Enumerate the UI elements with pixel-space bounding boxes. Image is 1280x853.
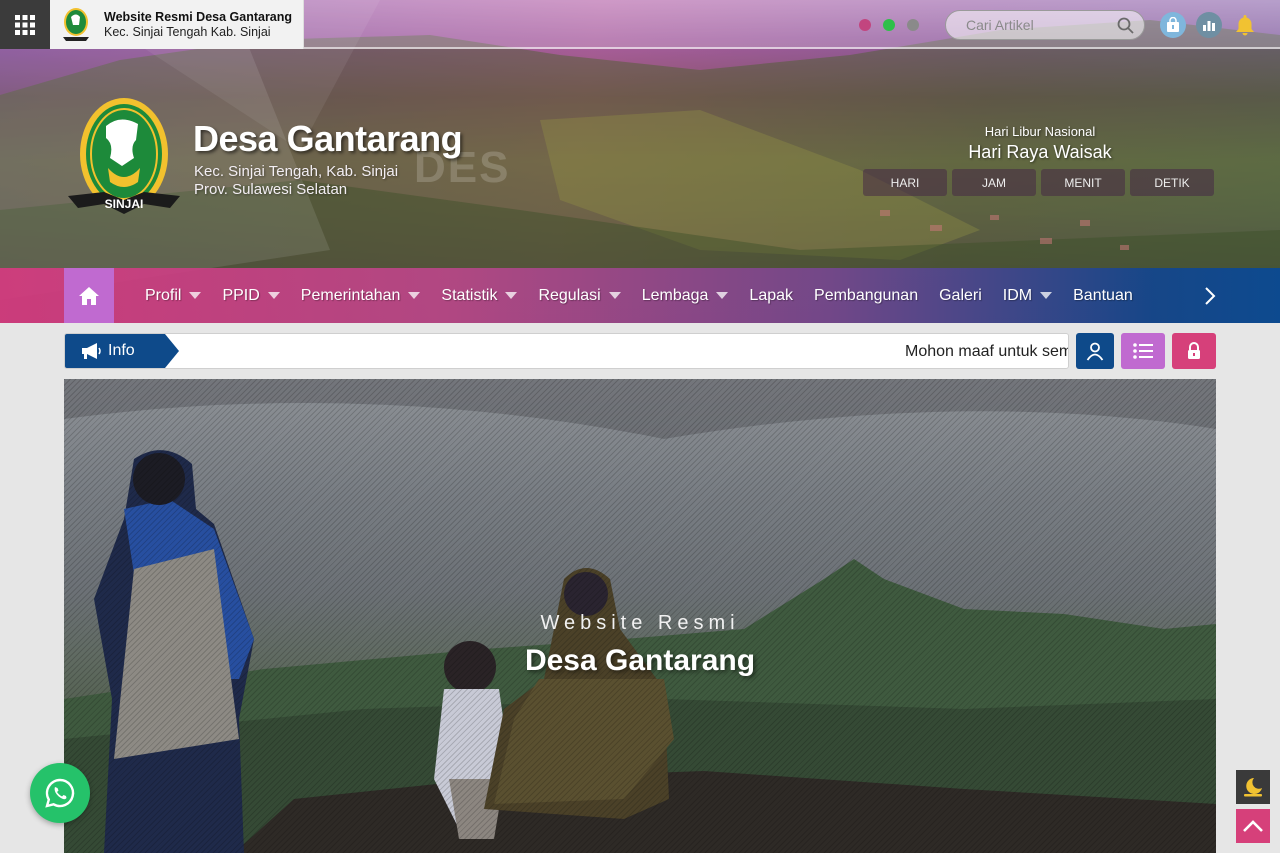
bar-chart-icon bbox=[1203, 21, 1215, 31]
bell-icon bbox=[1236, 15, 1254, 36]
menu-list-button[interactable] bbox=[1121, 333, 1165, 369]
hero-subtitle: Website Resmi bbox=[540, 612, 740, 634]
holiday-countdown: HARI JAM MENIT DETIK bbox=[863, 169, 1214, 196]
nav-label: Galeri bbox=[939, 286, 982, 304]
whatsapp-icon bbox=[45, 778, 75, 808]
grid-icon bbox=[15, 14, 35, 35]
nav-item-lapak[interactable]: Lapak bbox=[749, 287, 793, 305]
chevron-down-icon bbox=[716, 292, 729, 299]
nav-item-pembangunan[interactable]: Pembangunan bbox=[814, 287, 918, 305]
holiday-caption: Hari Libur Nasional bbox=[984, 124, 1096, 139]
slider-dots bbox=[859, 19, 919, 31]
countdown-minutes: MENIT bbox=[1041, 169, 1125, 196]
nav-label: Lapak bbox=[749, 286, 794, 304]
ticker-label-text: Info bbox=[108, 342, 135, 359]
site-address-line1: Kec. Sinjai Tengah, Kab. Sinjai bbox=[194, 163, 399, 180]
nav-label: Bantuan bbox=[1073, 286, 1133, 304]
search-icon[interactable] bbox=[1117, 17, 1134, 34]
user-icon bbox=[1086, 342, 1104, 361]
info-ticker: Mohon maaf untuk sem Info bbox=[64, 333, 1069, 369]
search-input[interactable] bbox=[946, 11, 1106, 39]
nav-label: Profil bbox=[145, 286, 182, 304]
nav-item-pemerintahan[interactable]: Pemerintahan bbox=[301, 287, 421, 305]
nav-item-lembaga[interactable]: Lembaga bbox=[642, 287, 729, 305]
nav-label: IDM bbox=[1002, 286, 1033, 304]
moon-icon bbox=[1244, 778, 1262, 797]
apps-menu-button[interactable] bbox=[0, 0, 50, 49]
site-title[interactable]: Desa Gantarang bbox=[193, 118, 463, 160]
chevron-down-icon bbox=[408, 292, 421, 299]
chevron-right-icon bbox=[1205, 287, 1216, 305]
chevron-down-icon bbox=[1040, 292, 1053, 299]
hero-title: Desa Gantarang bbox=[524, 644, 756, 677]
list-icon bbox=[1133, 343, 1153, 359]
nav-menu: Profil PPID Pemerintahan Statistik Regul… bbox=[145, 268, 1154, 323]
mini-logo-icon bbox=[63, 7, 89, 41]
nav-label: PPID bbox=[222, 286, 260, 304]
nav-item-galeri[interactable]: Galeri bbox=[939, 287, 982, 305]
shop-button[interactable] bbox=[1160, 12, 1186, 38]
nav-scroll-right-button[interactable] bbox=[1196, 282, 1224, 310]
nav-item-regulasi[interactable]: Regulasi bbox=[538, 286, 621, 305]
countdown-hours: JAM bbox=[952, 169, 1036, 196]
chevron-up-icon bbox=[1243, 820, 1263, 832]
countdown-days: HARI bbox=[863, 169, 947, 196]
chevron-down-icon bbox=[505, 292, 518, 299]
home-icon bbox=[79, 286, 99, 305]
nav-item-idm[interactable]: IDM bbox=[1002, 286, 1053, 305]
admin-lock-button[interactable] bbox=[1172, 333, 1216, 369]
slider-dot-3[interactable] bbox=[907, 19, 919, 31]
countdown-seconds: DETIK bbox=[1130, 169, 1214, 196]
whatsapp-button[interactable] bbox=[30, 763, 90, 823]
hero-banner: Website Resmi Desa Gantarang bbox=[64, 379, 1216, 853]
statistics-button[interactable] bbox=[1196, 12, 1222, 38]
back-to-top-button[interactable] bbox=[1236, 809, 1270, 843]
chevron-down-icon bbox=[608, 292, 621, 299]
nav-label: Pembangunan bbox=[814, 286, 919, 304]
site-address: Kec. Sinjai Tengah, Kab. Sinjai Prov. Su… bbox=[194, 163, 398, 199]
chevron-down-icon bbox=[267, 292, 280, 299]
top-bar: Website Resmi Desa Gantarang Kec. Sinjai… bbox=[0, 0, 1280, 49]
ticker-text[interactable]: Mohon maaf untuk sem bbox=[905, 343, 1068, 361]
logo-label: SINJAI bbox=[105, 197, 144, 211]
regency-logo: SINJAI bbox=[68, 98, 180, 214]
search-box bbox=[945, 10, 1145, 40]
ticker-label: Info bbox=[65, 334, 179, 368]
lock-icon bbox=[1188, 342, 1200, 359]
nav-item-bantuan[interactable]: Bantuan bbox=[1073, 287, 1133, 305]
nav-label: Lembaga bbox=[641, 286, 709, 304]
home-button[interactable] bbox=[64, 268, 114, 323]
megaphone-icon bbox=[82, 343, 101, 359]
nav-item-profil[interactable]: Profil bbox=[145, 286, 202, 305]
nav-label: Pemerintahan bbox=[300, 286, 401, 304]
brand-subtitle: Kec. Sinjai Tengah Kab. Sinjai bbox=[104, 25, 271, 39]
login-button[interactable] bbox=[1076, 333, 1114, 369]
brand-link[interactable]: Website Resmi Desa Gantarang Kec. Sinjai… bbox=[50, 0, 304, 49]
slider-dot-2[interactable] bbox=[883, 19, 895, 31]
brand-title: Website Resmi Desa Gantarang bbox=[104, 10, 293, 24]
nav-label: Regulasi bbox=[538, 286, 601, 304]
dark-mode-toggle[interactable] bbox=[1236, 770, 1270, 804]
slider-dot-1[interactable] bbox=[859, 19, 871, 31]
main-navigation: Profil PPID Pemerintahan Statistik Regul… bbox=[0, 268, 1280, 323]
nav-label: Statistik bbox=[441, 286, 498, 304]
shopping-bag-icon bbox=[1167, 17, 1179, 32]
nav-item-statistik[interactable]: Statistik bbox=[441, 286, 518, 305]
notification-button[interactable] bbox=[1232, 12, 1258, 38]
site-address-line2: Prov. Sulawesi Selatan bbox=[194, 181, 348, 198]
nav-item-ppid[interactable]: PPID bbox=[222, 286, 280, 305]
chevron-down-icon bbox=[189, 292, 202, 299]
holiday-name: Hari Raya Waisak bbox=[968, 142, 1112, 162]
